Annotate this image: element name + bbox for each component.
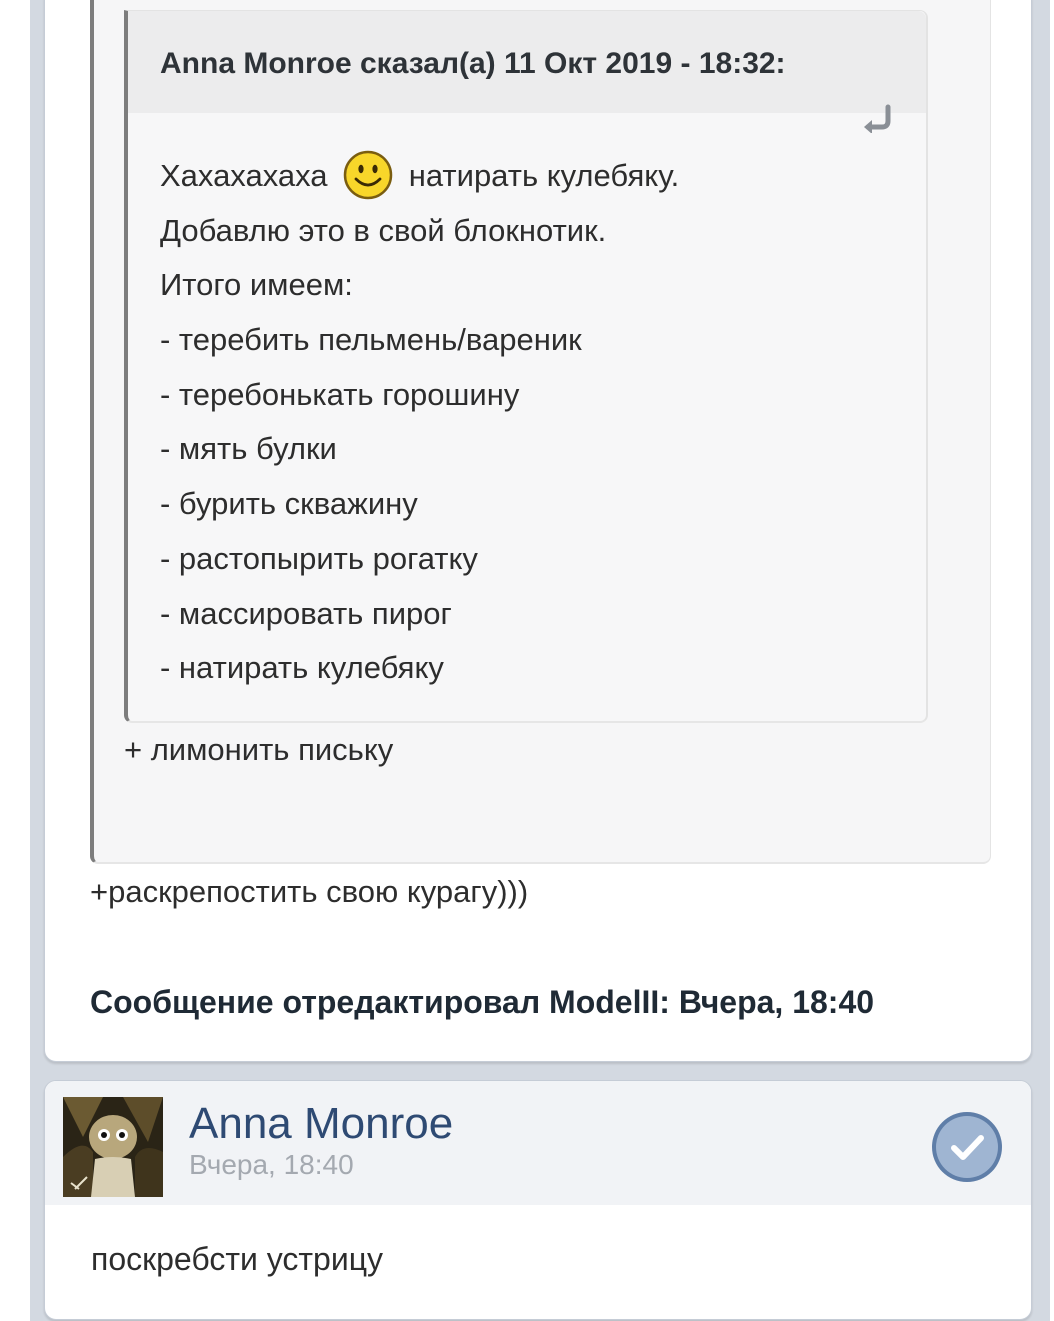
quote-line: Итого имеем: bbox=[160, 267, 353, 303]
quote-line: Хахахахаха натирать кулебяку. bbox=[160, 149, 906, 204]
post-message-text: +раскрепостить свою курагу))) bbox=[90, 874, 529, 909]
quote-header: Anna Monroe сказал(а) 11 Окт 2019 - 18:3… bbox=[128, 11, 926, 113]
quote-list-item: - теребить пельмень/вареник bbox=[160, 322, 582, 358]
quote-line: Добавлю это в свой блокнотик. bbox=[160, 212, 607, 248]
quote-list-item: - натирать кулебяку bbox=[160, 650, 444, 686]
quote-laugh-text: Хахахахаха bbox=[160, 158, 328, 194]
inner-quote-block: Anna Monroe сказал(а) 11 Окт 2019 - 18:3… bbox=[124, 10, 928, 723]
outer-quote-text: + лимонить письку bbox=[124, 732, 394, 767]
quote-body: Хахахахаха натирать кулебяку. Добавлю эт… bbox=[160, 149, 906, 696]
quote-list-item: - мять булки bbox=[160, 431, 337, 467]
post-timestamp: Вчера, 18:40 bbox=[189, 1149, 354, 1180]
reply-post-text: поскребсти устрицу bbox=[91, 1241, 384, 1277]
check-circle-icon[interactable] bbox=[929, 1109, 1005, 1185]
post-author-name[interactable]: Anna Monroe bbox=[189, 1099, 453, 1149]
quote-list-item: - массировать пирог bbox=[160, 595, 452, 631]
quote-list-item: - растопырить рогатку bbox=[160, 540, 478, 576]
reply-arrow-icon[interactable] bbox=[858, 103, 898, 133]
reply-post-card: Anna Monroe Вчера, 18:40 поскребсти устр… bbox=[44, 1080, 1032, 1320]
reply-post-header: Anna Monroe Вчера, 18:40 bbox=[45, 1081, 1031, 1205]
edit-note: Сообщение отредактировал ModelII: Вчера,… bbox=[90, 984, 875, 1020]
quote-list-item: - теребонькать горошину bbox=[160, 376, 520, 412]
smiley-icon bbox=[343, 150, 393, 200]
quote-author-line: Anna Monroe сказал(а) 11 Окт 2019 - 18:3… bbox=[160, 47, 786, 80]
quote-list-item: - бурить скважину bbox=[160, 486, 418, 522]
quote-laugh-rest: натирать кулебяку. bbox=[408, 158, 680, 194]
avatar[interactable] bbox=[63, 1097, 163, 1197]
